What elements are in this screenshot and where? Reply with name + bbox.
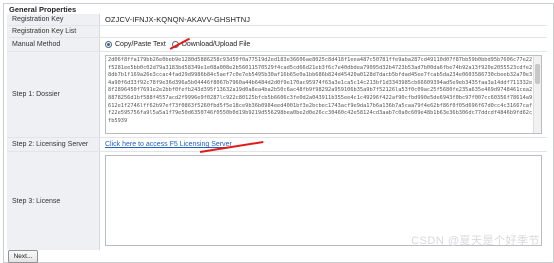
registration-key-list-row: Registration Key List <box>7 26 547 38</box>
registration-key-label: Registration Key <box>7 14 100 25</box>
download-upload-label[interactable]: Download/Upload File <box>182 41 250 48</box>
step3-license-label: Step 3: License <box>7 152 100 250</box>
registration-key-value: OZJCV-IFNJX-KQNQN-AKAVV-GHSHTNJ <box>105 15 251 24</box>
copy-paste-radio[interactable] <box>105 41 112 48</box>
dossier-textarea[interactable]: 2d06f8ffa179bb26e0beb9e1280d5886258c93d5… <box>105 55 542 134</box>
copy-paste-label[interactable]: Copy/Paste Text <box>115 41 166 48</box>
licensing-server-link[interactable]: Click here to access F5 Licensing Server <box>105 141 232 148</box>
dossier-text: 2d06f8ffa179bb26e0beb9e1280d5886258c93d5… <box>108 57 533 124</box>
manual-method-label: Manual Method <box>7 38 100 51</box>
next-button[interactable]: Next... <box>8 250 38 263</box>
section-title: General Properties <box>9 5 77 14</box>
step1-dossier-label: Step 1: Dossier <box>7 52 100 137</box>
step2-licensing-label: Step 2: Licensing Server <box>7 138 100 151</box>
manual-method-row: Manual Method Copy/Paste Text Download/U… <box>7 38 547 52</box>
csdn-watermark: CSDN @夏天是个好季节 <box>411 235 540 247</box>
step2-licensing-row: Step 2: Licensing Server Click here to a… <box>7 138 547 152</box>
registration-key-row: Registration Key OZJCV-IFNJX-KQNQN-AKAVV… <box>7 14 547 26</box>
dossier-scrollbar[interactable] <box>533 56 541 133</box>
registration-key-list-value <box>105 26 547 37</box>
step1-dossier-row: Step 1: Dossier 2d06f8ffa179bb26e0beb9e1… <box>7 52 547 138</box>
registration-key-list-label: Registration Key List <box>7 26 100 37</box>
